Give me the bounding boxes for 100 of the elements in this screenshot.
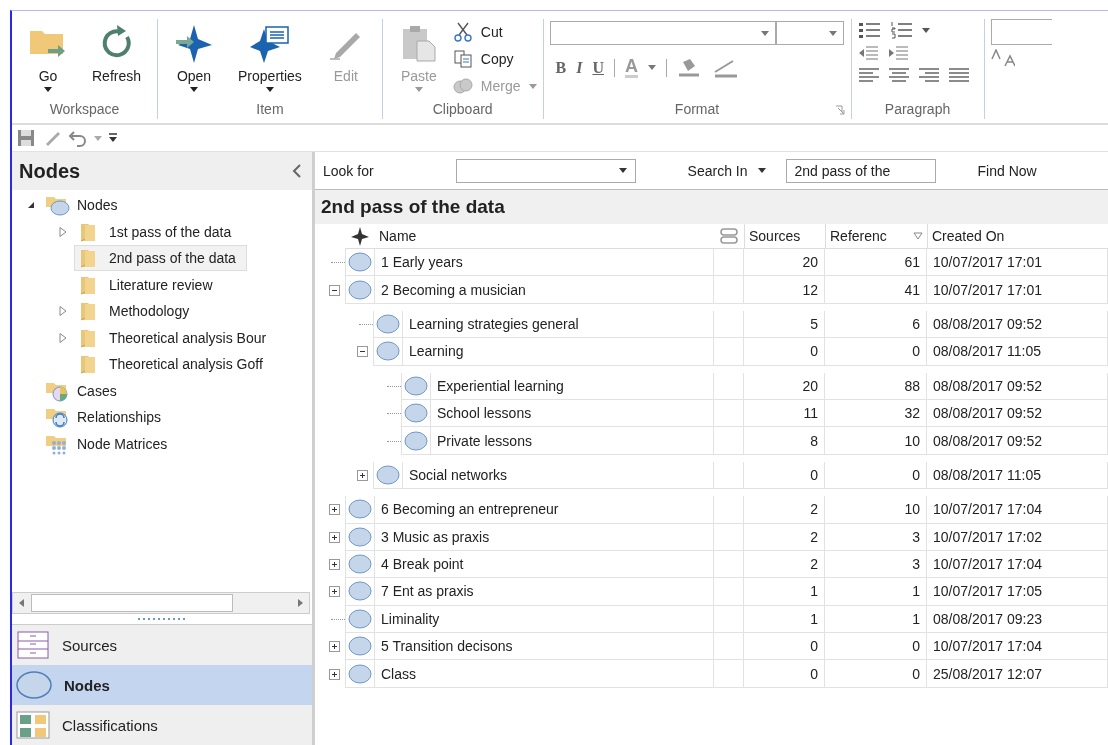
ribbon-button[interactable]: Open [164,19,225,99]
save-icon[interactable] [16,128,36,148]
expand-icon[interactable] [328,504,340,516]
column-header[interactable]: Referenc [830,228,887,244]
scrollbar-thumb[interactable] [31,594,233,612]
align-left-icon[interactable] [857,67,880,83]
indent-icon[interactable] [887,44,910,62]
horizontal-scrollbar[interactable] [12,592,310,614]
collapse-icon[interactable] [356,346,368,358]
table-cell[interactable]: Private lessons [431,427,714,455]
numbered-list-icon[interactable] [889,21,914,39]
table-cell: 11 [744,399,825,428]
font-dropdown[interactable] [549,21,776,45]
table-cell: 1 [825,605,927,634]
outdent-icon[interactable] [857,44,880,62]
tree-item[interactable]: Methodology [74,298,201,325]
table-cell [714,461,744,490]
table-cell: 10/07/2017 17:05 [927,578,1108,606]
field-label: Look for [323,162,374,179]
tree-item[interactable]: Node Matrices [42,430,179,457]
style-button[interactable]: U [592,58,604,77]
table-cell: 41 [825,276,927,304]
collapsed-arrow-icon[interactable] [57,225,69,238]
expand-icon[interactable] [328,586,340,598]
size-dropdown[interactable] [775,21,844,45]
table-cell[interactable]: 5 Transition decisons [375,633,714,661]
justify-icon[interactable] [947,67,970,83]
table-cell[interactable]: 6 Becoming an entrepreneur [375,496,714,524]
ribbon-button[interactable]: Properties [228,19,312,99]
tree-item[interactable]: Relationships [42,404,173,431]
search-in-button[interactable]: Search In [687,162,748,179]
table-cell: 0 [825,461,927,490]
nav-button[interactable]: Sources [12,625,312,665]
tree-item[interactable]: 1st pass of the data [74,218,243,245]
table-cell[interactable]: Liminality [375,605,714,634]
table-cell: 61 [825,249,927,277]
tree-item[interactable]: Nodes [42,192,129,219]
table-cell[interactable]: 2 Becoming a musician [375,276,714,304]
find-now-button[interactable]: Find Now [977,162,1037,179]
tree-item[interactable]: 2nd pass of the data [74,245,247,272]
style-button[interactable]: B [555,58,567,77]
customize-icon[interactable] [108,133,118,143]
ribbon-button[interactable]: Cut [452,21,537,43]
search-in-field[interactable]: 2nd pass of the [785,158,936,183]
table-cell[interactable]: Experiential learning [431,372,714,400]
paint-bucket-icon[interactable] [677,57,701,78]
nav-button[interactable]: Nodes [12,665,312,705]
ribbon-button[interactable]: Go [18,19,78,99]
table-cell[interactable]: Learning [403,338,714,366]
collapse-icon[interactable] [328,284,340,296]
table-cell: 10 [825,427,927,455]
undo-icon[interactable] [68,128,88,148]
caret-icon[interactable] [921,27,930,33]
splitter-grip-icon[interactable] [137,617,187,621]
table-cell [714,550,744,579]
align-right-icon[interactable] [917,67,940,83]
style-button[interactable]: I [576,58,583,77]
table-cell[interactable]: 4 Break point [375,550,714,579]
table-cell [714,633,744,661]
tree-item[interactable]: Theoretical analysis Bour [74,324,278,351]
shrink-font-icon[interactable] [990,49,1015,67]
table-cell[interactable]: School lessons [431,399,714,428]
tree-item[interactable]: Theoretical analysis Goff [74,351,274,378]
group-label: Workspace [48,100,121,119]
column-header[interactable]: Sources [744,224,825,248]
table-cell [714,338,744,366]
nav-button[interactable]: Classifications [12,705,312,745]
tree-item[interactable]: Cases [42,377,128,404]
expand-icon[interactable] [328,559,340,571]
ribbon-button[interactable]: Refresh [82,19,152,99]
tree-item[interactable]: Literature review [74,271,224,298]
table-cell[interactable]: Social networks [403,461,714,490]
column-header[interactable]: Created On [927,224,1108,248]
look-for-field[interactable] [455,158,636,183]
bullet-list-icon[interactable] [857,21,882,39]
expand-icon[interactable] [328,641,340,653]
ribbon-button[interactable]: Copy [452,48,537,70]
collapsed-arrow-icon[interactable] [57,331,69,344]
sort-arrow-icon[interactable] [913,232,923,240]
dialog-launcher-icon[interactable] [834,105,845,115]
caret-icon[interactable] [757,168,766,173]
expand-icon[interactable] [328,531,340,543]
table-cell: 0 [744,461,825,490]
collapse-panel-icon[interactable] [292,164,302,178]
table-cell[interactable]: Class [375,660,714,688]
table-cell: 08/08/2017 09:52 [927,310,1108,339]
table-cell[interactable]: Learning strategies general [403,310,714,339]
align-center-icon[interactable] [887,67,910,83]
table-cell: 08/08/2017 09:52 [927,427,1108,455]
expand-icon[interactable] [356,469,368,481]
table-cell[interactable]: 3 Music as praxis [375,523,714,551]
column-header[interactable]: Name [375,224,714,248]
node-icon [348,279,372,300]
table-cell[interactable]: 1 Early years [375,249,714,277]
table-cell: 08/08/2017 09:23 [927,605,1108,634]
table-cell: 08/08/2017 11:05 [927,461,1108,490]
expand-icon[interactable] [328,668,340,680]
style-field[interactable] [990,19,1052,45]
table-cell[interactable]: 7 Ent as praxis [375,578,714,606]
collapsed-arrow-icon[interactable] [57,305,69,318]
